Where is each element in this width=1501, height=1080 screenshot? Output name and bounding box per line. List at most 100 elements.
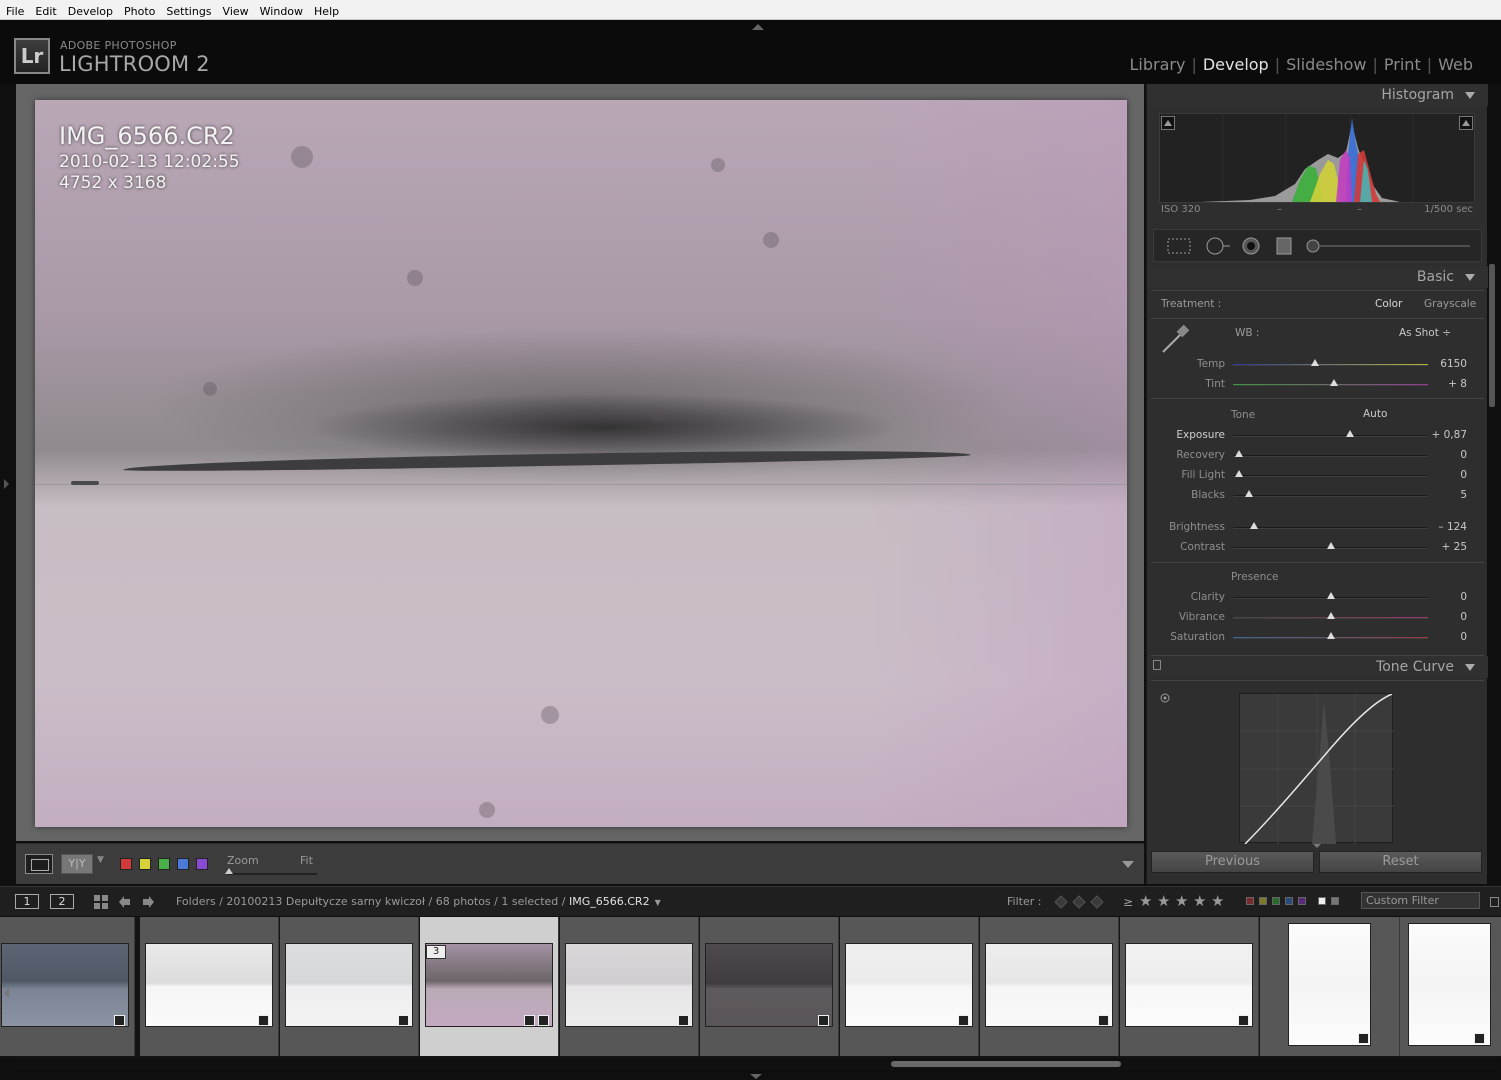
custom-filter-dropdown[interactable]: Custom Filter (1361, 892, 1480, 909)
slider-knob[interactable] (1234, 450, 1243, 457)
white-balance-eyedropper-icon[interactable] (1159, 324, 1193, 356)
filmstrip-thumbnail[interactable] (1288, 923, 1371, 1046)
zoom-slider-track[interactable] (227, 873, 317, 875)
module-develop[interactable]: Develop (1203, 55, 1269, 74)
color-label-yellow[interactable] (139, 858, 151, 870)
menu-edit[interactable]: Edit (29, 2, 61, 18)
left-panel-toggle-icon[interactable] (4, 479, 9, 489)
slider-track[interactable] (1233, 527, 1428, 529)
bottom-panel-toggle-icon[interactable] (750, 1074, 762, 1079)
color-label-red[interactable] (120, 858, 132, 870)
spot-removal-tool-icon[interactable] (1204, 237, 1232, 255)
filmstrip-cell[interactable] (1120, 917, 1259, 1056)
tone-curve-graph[interactable] (1239, 693, 1394, 844)
right-panel-scrollbar[interactable] (1489, 264, 1495, 407)
menu-settings[interactable]: Settings (160, 2, 216, 18)
slider-value[interactable]: 6150 (1417, 358, 1467, 370)
star-filter-2-icon[interactable]: ★ (1157, 892, 1170, 910)
menu-develop[interactable]: Develop (62, 2, 118, 18)
menu-view[interactable]: View (217, 2, 254, 18)
photo-preview[interactable]: IMG_6566.CR2 2010-02-13 12:02:55 4752 x … (35, 100, 1127, 827)
filmstrip-thumbnail[interactable] (1125, 943, 1253, 1027)
graduated-filter-tool-icon[interactable] (1274, 237, 1294, 255)
panel-switch-icon[interactable] (1153, 660, 1161, 670)
menu-photo[interactable]: Photo (118, 2, 160, 18)
label-filter-custom[interactable] (1318, 897, 1326, 905)
module-web[interactable]: Web (1438, 55, 1473, 74)
forward-arrow-icon[interactable] (141, 895, 155, 909)
treatment-color-option[interactable]: Color (1375, 298, 1402, 310)
filmstrip-cell[interactable] (1260, 917, 1400, 1056)
slider-track[interactable] (1233, 455, 1428, 457)
filmstrip-scroll-left-icon[interactable] (4, 988, 9, 998)
slider-value[interactable]: 0 (1417, 449, 1467, 461)
slider-knob[interactable] (1234, 470, 1243, 477)
slider-value[interactable]: + 8 (1417, 378, 1467, 390)
previous-button[interactable]: Previous (1151, 851, 1314, 873)
reset-button[interactable]: Reset (1319, 851, 1482, 873)
source-dropdown-icon[interactable]: ▼ (655, 898, 661, 907)
slider-value[interactable]: + 25 (1417, 541, 1468, 553)
slider-knob[interactable] (1310, 359, 1319, 366)
highlight-clipping-icon[interactable] (1459, 116, 1473, 130)
menu-window[interactable]: Window (254, 2, 308, 18)
shadow-clipping-icon[interactable] (1161, 116, 1175, 130)
slider-knob[interactable] (1330, 379, 1339, 386)
auto-tone-button[interactable]: Auto (1363, 408, 1387, 420)
secondary-window-button[interactable]: 2 (50, 894, 74, 909)
color-label-purple[interactable] (196, 858, 208, 870)
before-after-button[interactable]: Y|Y (61, 854, 93, 874)
slider-track[interactable] (1233, 364, 1428, 366)
filmstrip-cell[interactable]: 3 (420, 917, 559, 1056)
slider-value[interactable]: + 0,87 (1417, 429, 1467, 441)
basic-header[interactable]: Basic (1147, 266, 1488, 288)
loupe-view-button[interactable] (25, 854, 53, 874)
filmstrip-cell[interactable] (280, 917, 419, 1056)
slider-track[interactable] (1233, 495, 1428, 497)
module-print[interactable]: Print (1384, 55, 1421, 74)
filter-lock-icon[interactable] (1490, 897, 1499, 907)
tone-curve-collapse-icon[interactable] (1465, 664, 1475, 671)
slider-knob[interactable] (1326, 542, 1335, 549)
label-filter-green[interactable] (1272, 897, 1280, 905)
star-filter-1-icon[interactable]: ★ (1139, 892, 1152, 910)
slider-knob[interactable] (1250, 522, 1259, 529)
menu-file[interactable]: File (0, 2, 29, 18)
filmstrip-thumbnail[interactable] (1408, 923, 1491, 1046)
label-filter-blue[interactable] (1285, 897, 1293, 905)
slider-knob[interactable] (1326, 592, 1335, 599)
toolbar-options-icon[interactable] (1122, 861, 1134, 868)
basic-collapse-icon[interactable] (1465, 274, 1475, 281)
rating-operator-icon[interactable]: ≥ (1123, 895, 1133, 909)
filmstrip-cell[interactable] (840, 917, 979, 1056)
slider-knob[interactable] (1326, 632, 1335, 639)
targeted-adjustment-icon[interactable] (1159, 692, 1171, 704)
menu-help[interactable]: Help (308, 2, 344, 18)
color-label-blue[interactable] (177, 858, 189, 870)
filmstrip-cell[interactable] (980, 917, 1119, 1056)
filmstrip-cell[interactable] (0, 917, 135, 1056)
back-arrow-icon[interactable] (118, 895, 132, 909)
star-filter-4-icon[interactable]: ★ (1193, 892, 1206, 910)
module-library[interactable]: Library (1130, 55, 1186, 74)
star-filter-5-icon[interactable]: ★ (1211, 892, 1224, 910)
slider-knob[interactable] (1244, 490, 1253, 497)
crop-tool-icon[interactable] (1166, 237, 1192, 255)
filmstrip-thumbnail[interactable] (1, 943, 129, 1027)
filmstrip-thumbnail[interactable] (985, 943, 1113, 1027)
red-eye-tool-icon[interactable] (1240, 237, 1262, 255)
slider-value[interactable]: 0 (1417, 631, 1467, 643)
label-filter-none[interactable] (1331, 897, 1339, 905)
slider-track[interactable] (1233, 435, 1428, 437)
slider-value[interactable]: 5 (1417, 489, 1467, 501)
filmstrip-thumbnail[interactable] (145, 943, 273, 1027)
curve-expand-icon[interactable] (1313, 844, 1321, 848)
treatment-grayscale-option[interactable]: Grayscale (1424, 298, 1476, 310)
label-filter-yellow[interactable] (1259, 897, 1267, 905)
label-filter-red[interactable] (1246, 897, 1254, 905)
tone-curve-header[interactable]: Tone Curve (1147, 656, 1488, 678)
slider-value[interactable]: 0 (1417, 591, 1467, 603)
slider-knob[interactable] (1346, 430, 1354, 437)
module-slideshow[interactable]: Slideshow (1286, 55, 1366, 74)
filmstrip-thumbnail[interactable] (705, 943, 833, 1027)
